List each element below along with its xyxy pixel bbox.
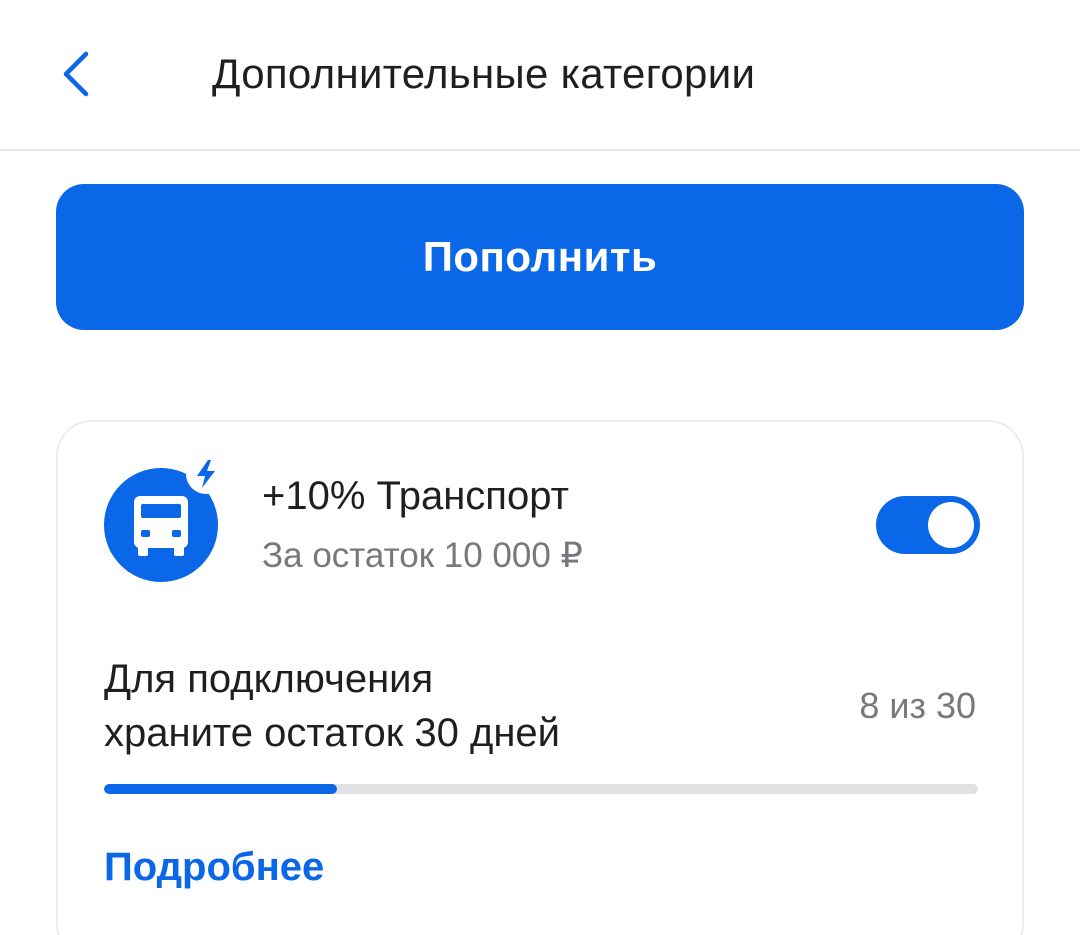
topup-button[interactable]: Пополнить [56, 184, 1024, 330]
page-title: Дополнительные категории [212, 50, 756, 97]
chevron-left-icon [63, 51, 89, 97]
top-bar: Дополнительные категории [0, 0, 1080, 151]
condition-line-1: Для подключения [104, 657, 434, 701]
more-link[interactable]: Подробнее [104, 842, 324, 892]
topup-button-label: Пополнить [422, 233, 658, 280]
category-card: +10% Транспорт За остаток 10 000 ₽ Для п… [56, 420, 1024, 935]
condition-line-2: храните остаток 30 дней [104, 711, 560, 755]
category-title: +10% Транспорт [262, 474, 569, 518]
category-toggle[interactable] [876, 496, 980, 554]
lightning-icon [186, 454, 226, 494]
progress-count: 8 из 30 [859, 685, 976, 726]
toggle-knob [928, 502, 974, 548]
progress-fill [104, 784, 338, 794]
screen: Дополнительные категории Пополнить +10% … [0, 0, 1080, 935]
category-subtitle: За остаток 10 000 ₽ [262, 536, 583, 575]
progress-bar [104, 784, 978, 794]
back-button[interactable] [52, 44, 100, 104]
condition-text: Для подключения храните остаток 30 дней [104, 652, 744, 760]
